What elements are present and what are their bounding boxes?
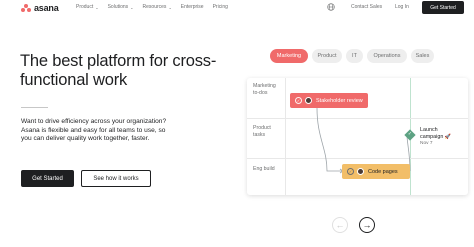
tab-marketing[interactable]: Marketing [270, 49, 308, 63]
nav-link-resources[interactable]: Resources ⌄ [143, 4, 172, 10]
task-code-pages[interactable]: ✓ Code pages [342, 164, 410, 179]
team-tabs: Marketing Product IT Operations Sales [270, 49, 434, 63]
arrow-left-icon[interactable]: ← [332, 217, 348, 233]
check-icon[interactable]: ✓ [295, 97, 302, 104]
nav-get-started-button[interactable]: Get Started [422, 1, 464, 14]
arrow-right-icon[interactable]: → [359, 217, 375, 233]
asana-logo[interactable]: asana [21, 3, 59, 13]
top-nav: asana Product ⌄ Solutions ⌄ Resources ⌄ … [0, 0, 474, 16]
check-icon[interactable]: ✓ [347, 168, 354, 175]
tab-it[interactable]: IT [346, 49, 363, 63]
chevron-down-icon: ⌄ [168, 4, 172, 10]
milestone-date: Nov 7 [420, 141, 433, 146]
globe-icon[interactable] [327, 3, 335, 11]
hero-headline: The best platform for cross-functional w… [20, 52, 217, 89]
nav-link-pricing[interactable]: Pricing [213, 4, 228, 10]
divider [21, 107, 48, 108]
chevron-down-icon: ⌄ [95, 4, 99, 10]
logo-text: asana [34, 3, 59, 13]
avatar [305, 97, 312, 104]
check-icon: ✓ [407, 131, 413, 137]
nav-link-enterprise[interactable]: Enterprise [181, 4, 204, 10]
tab-product[interactable]: Product [312, 49, 342, 63]
tab-operations[interactable]: Operations [367, 49, 407, 63]
contact-sales-link[interactable]: Contact Sales [351, 4, 382, 10]
nav-link-product[interactable]: Product ⌄ [76, 4, 99, 10]
asana-logo-icon [21, 4, 31, 12]
milestone-title: Launch campaign 🚀 [420, 127, 452, 140]
avatar [357, 168, 364, 175]
task-stakeholder-review[interactable]: ✓ Stakeholder review [290, 93, 368, 108]
task-title: Stakeholder review [316, 97, 363, 104]
hero-description: Want to drive efficiency across your org… [21, 118, 167, 143]
task-title: Code pages [368, 168, 398, 175]
nav-link-solutions[interactable]: Solutions ⌄ [108, 4, 134, 10]
log-in-link[interactable]: Log In [395, 4, 409, 10]
chevron-down-icon: ⌄ [130, 4, 134, 10]
see-how-it-works-button[interactable]: See how it works [81, 170, 151, 187]
tab-sales[interactable]: Sales [411, 49, 434, 63]
nav-links: Product ⌄ Solutions ⌄ Resources ⌄ Enterp… [76, 4, 237, 10]
timeline-board: Marketing to-dos Product tasks Eng build ✓… [247, 78, 468, 195]
rocket-icon: 🚀 [444, 133, 452, 140]
get-started-button[interactable]: Get Started [21, 170, 74, 187]
